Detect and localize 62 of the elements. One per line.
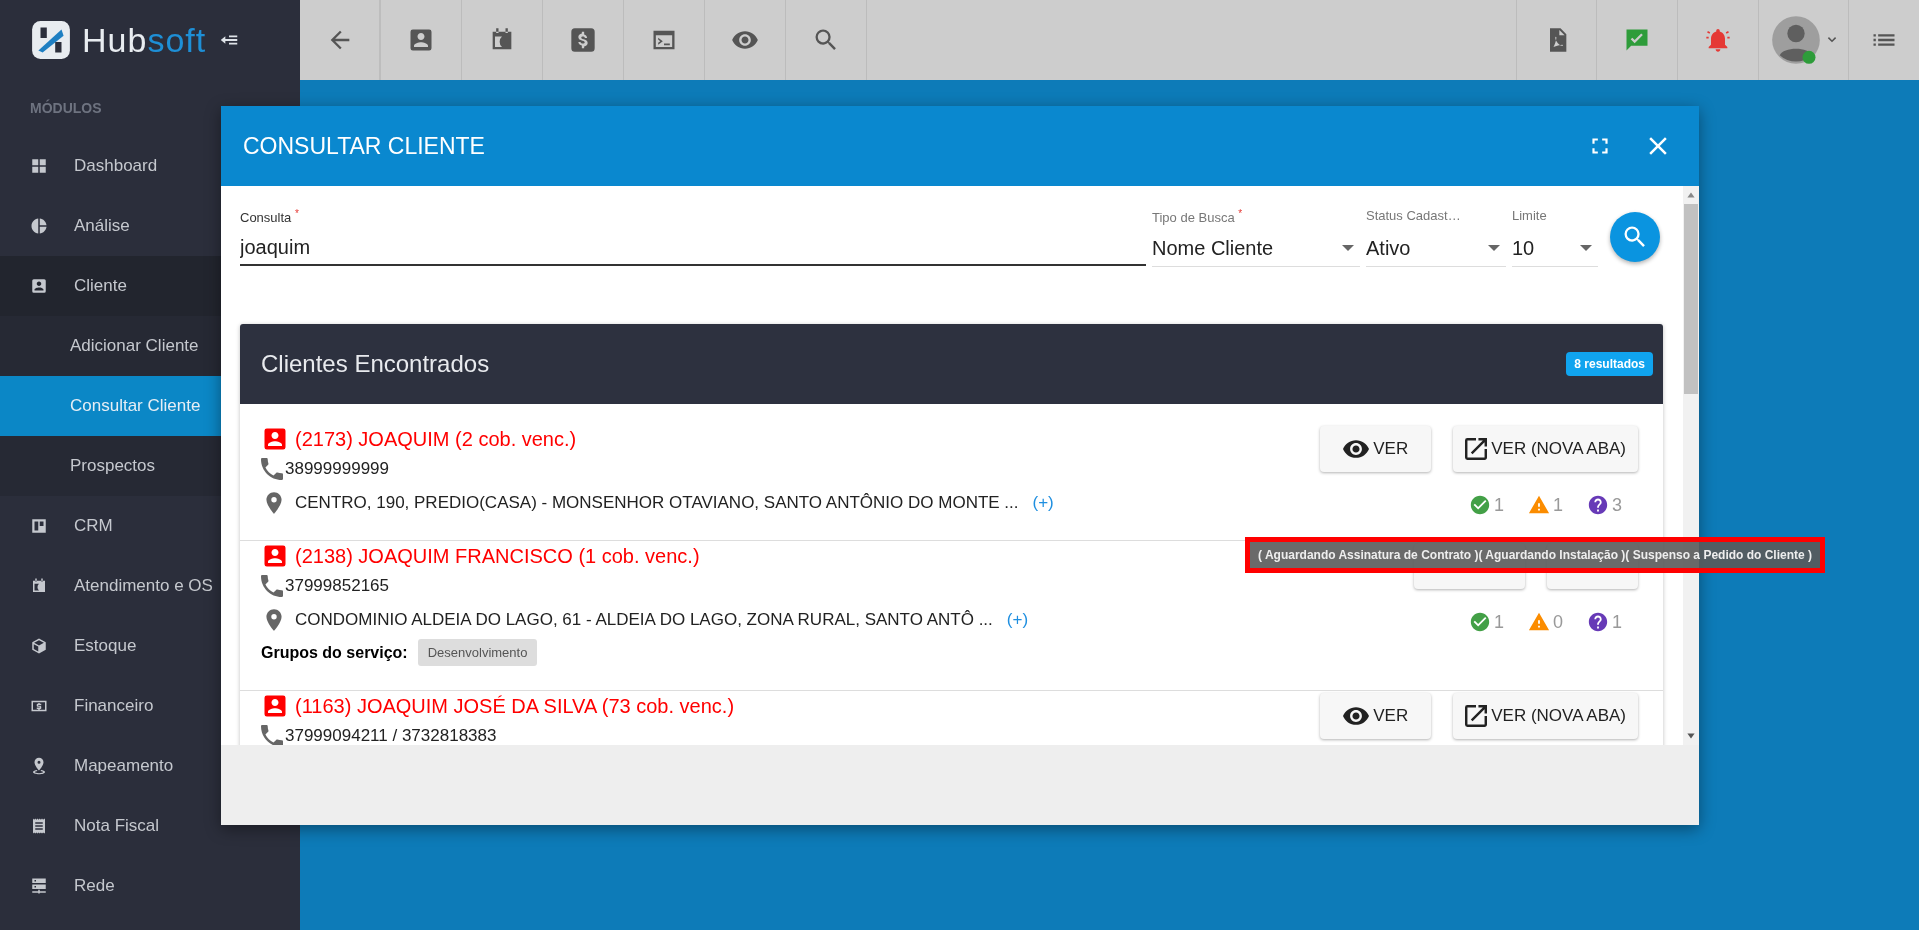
help-icon	[1587, 494, 1609, 516]
status-count: 1	[1493, 494, 1504, 516]
caret-icon	[1580, 242, 1592, 254]
caret-icon	[1342, 242, 1354, 254]
results-count: 8 resultados	[1566, 352, 1653, 376]
logo-icon	[30, 19, 72, 61]
eye-icon	[1343, 439, 1370, 459]
view-button[interactable]: VER	[1320, 426, 1432, 472]
field-label: Tipo de Busca $^{*}$	[1152, 208, 1244, 226]
query-field[interactable]: joaquim	[240, 230, 1146, 266]
group-tag: Desenvolvimento	[417, 639, 538, 666]
module-icon	[30, 517, 48, 535]
phone-icon	[261, 575, 283, 597]
dollar-icon	[569, 26, 597, 54]
field-label: Consulta $^{*}$	[240, 208, 300, 226]
status-count: 0	[1552, 611, 1563, 633]
view-button[interactable]: VER	[1320, 693, 1432, 739]
caret-icon	[1488, 242, 1500, 254]
status-count: 3	[1612, 494, 1622, 516]
bell-icon	[1704, 26, 1732, 54]
select-field[interactable]: 10	[1512, 230, 1598, 267]
module-icon	[30, 577, 48, 595]
search-button[interactable]	[1610, 212, 1660, 262]
phone-icon	[261, 458, 283, 480]
module-icon	[30, 637, 48, 655]
module-icon	[30, 217, 48, 235]
group-label: Grupos do serviço:	[261, 643, 408, 662]
open-external-icon	[1465, 705, 1488, 727]
dialog-title: CONSULTAR CLIENTE	[243, 132, 486, 160]
client-address: CENTRO, 190, PREDIO(CASA) - MONSENHOR OTAVIANO, SANTO ANTÔNIO DO MONTE ...	[295, 493, 1019, 513]
select-field[interactable]: Ativo	[1366, 230, 1506, 267]
avatar-icon	[1769, 14, 1822, 66]
status-count: 1	[1493, 611, 1504, 633]
module-icon	[30, 157, 48, 175]
warning-icon	[1527, 611, 1550, 633]
client-phone: 37999852165	[285, 576, 389, 596]
client-address: CONDOMINIO ALDEIA DO LAGO, 61 - ALDEIA DO LAGO, ZONA RURAL, SANTO ANTÔ ...	[295, 610, 993, 630]
client-phone: 37999094211 / 3732818383	[285, 726, 497, 745]
module-icon	[30, 277, 48, 295]
client-name[interactable]: (2138) JOAQUIM FRANCISCO (1 cob. venc.)	[295, 544, 700, 568]
field-label: Limite	[1512, 208, 1548, 225]
sidebar-heading: MÓDULOS	[29, 98, 103, 118]
sidebar-item[interactable]: Nota Fiscal	[0, 796, 300, 856]
help-icon	[1587, 611, 1609, 633]
module-icon	[30, 817, 48, 835]
client-name[interactable]: (1163) JOAQUIM JOSÉ DA SILVA (73 cob. venc.)	[295, 694, 735, 718]
eye-icon	[1343, 706, 1370, 726]
brand-name: Hubsoft	[82, 20, 207, 60]
module-icon	[30, 877, 48, 895]
select-field[interactable]: Nome Cliente	[1152, 230, 1360, 267]
status-count: 1	[1612, 611, 1622, 633]
view-new-tab-button[interactable]: VER (NOVA ABA)	[1453, 426, 1638, 472]
sidebar-item[interactable]: Rede	[0, 856, 300, 916]
scrollbar-thumb[interactable]	[1684, 204, 1698, 394]
phone-icon	[261, 725, 283, 745]
more-link[interactable]: (+)	[1032, 493, 1054, 513]
open-external-icon	[1465, 438, 1488, 460]
view-new-tab-button[interactable]: VER (NOVA ABA)	[1453, 693, 1638, 739]
field-label: Status Cadast…	[1366, 208, 1462, 225]
warning-icon	[1527, 494, 1550, 516]
status-count: 1	[1552, 494, 1563, 516]
module-icon	[30, 757, 48, 775]
